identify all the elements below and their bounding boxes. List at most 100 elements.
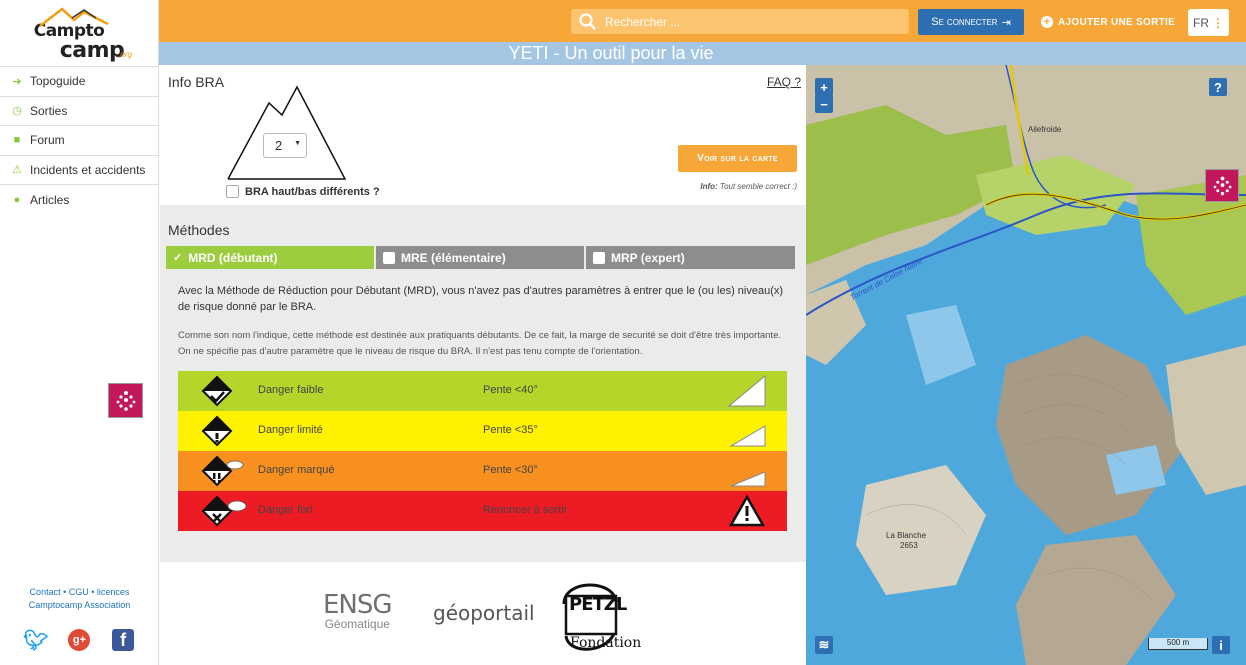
- banner: YETI - Un outil pour la vie: [159, 42, 1246, 65]
- slope-30-icon: [730, 471, 766, 487]
- sidebar-item-forum[interactable]: ■ Forum: [0, 126, 158, 156]
- ensg-logo[interactable]: ENSG Géomatique: [323, 590, 393, 631]
- zoom-out-button[interactable]: −: [815, 95, 833, 113]
- sponsors: ENSG Géomatique géoportail PETZL Fondati…: [160, 562, 806, 665]
- map-help-button[interactable]: ?: [1209, 78, 1227, 96]
- clock-icon: ◷: [12, 105, 22, 118]
- search-icon: [579, 13, 596, 30]
- login-button[interactable]: Se connecter ⇥: [918, 9, 1024, 35]
- check-icon: ✓: [173, 252, 183, 264]
- method-tabs: ✓ MRD (débutant) MRE (élémentaire) MRP (…: [166, 246, 797, 269]
- map-scale: 500 m: [1148, 638, 1208, 650]
- bra-diff-checkbox[interactable]: [226, 185, 239, 198]
- info-status: Info: Tout semble correct :): [700, 182, 797, 191]
- bra-level-select[interactable]: 2 ▼: [263, 133, 307, 158]
- map-label-ailefroide: Ailefroide: [1028, 125, 1062, 134]
- info-prefix: Info:: [700, 182, 718, 191]
- view-map-button[interactable]: Voir sur la carte: [678, 145, 797, 172]
- danger-label: Danger marqué: [258, 464, 335, 476]
- sidebar-item-incidents[interactable]: ⚠ Incidents et accidents: [0, 156, 158, 185]
- method-description: Avec la Méthode de Réduction pour Débuta…: [178, 285, 784, 313]
- danger-slope: Pente <30°: [483, 464, 538, 476]
- danger-slope: Pente <40°: [483, 384, 538, 396]
- yeti-map-badge-icon[interactable]: [1205, 169, 1239, 202]
- camptocamp-logo[interactable]: Campto camp .org: [0, 0, 158, 67]
- more-vertical-icon: ⋮: [1212, 15, 1224, 30]
- main-content: Info BRA FAQ ? 2 ▼ BRA haut/bas différen…: [160, 65, 806, 665]
- tab-mrp[interactable]: MRP (expert): [586, 246, 795, 269]
- faq-link[interactable]: FAQ ?: [767, 75, 801, 89]
- sidebar-item-label: Topoguide: [30, 74, 86, 89]
- petzl-subtitle: Fondation: [570, 635, 642, 651]
- methods-title: Méthodes: [168, 222, 230, 238]
- bra-title: Info BRA: [168, 74, 225, 90]
- language-label: FR: [1193, 15, 1209, 30]
- facebook-icon[interactable]: f: [112, 629, 135, 651]
- ensg-subtitle: Géomatique: [324, 617, 390, 631]
- map[interactable]: Ailefroide Torrent de Celse Nière La Bla…: [806, 65, 1246, 665]
- social-links: 🐦︎ g+ f: [0, 629, 159, 652]
- danger-level-1-icon: [201, 375, 233, 407]
- danger-row: Danger fort Renoncer à sortir: [178, 491, 787, 531]
- danger-table: Danger faible Pente <40° Danger limité P…: [178, 371, 787, 531]
- bra-diff-label: BRA haut/bas différents ?: [245, 185, 380, 198]
- search-input[interactable]: [605, 14, 885, 29]
- slope-40-icon: [727, 374, 766, 407]
- mountain-logo-icon: [39, 7, 109, 27]
- tab-label: MRD (débutant): [188, 250, 278, 265]
- tab-label: MRE (élémentaire): [401, 250, 506, 265]
- danger-label: Danger limité: [258, 424, 323, 436]
- map-label-blanche: La Blanche: [886, 531, 927, 540]
- map-info-button[interactable]: i: [1212, 636, 1230, 654]
- layers-icon[interactable]: ≋: [815, 636, 833, 654]
- warning-icon: ⚠: [12, 164, 22, 177]
- association-link[interactable]: Camptocamp Association: [29, 600, 131, 610]
- login-label: Se connecter: [931, 16, 998, 28]
- danger-row: Danger marqué Pente <30°: [178, 451, 787, 491]
- method-note: Comme son nom l'indique, cette méthode e…: [178, 330, 781, 357]
- zoom-in-button[interactable]: +: [815, 78, 833, 96]
- danger-row: Danger limité Pente <35°: [178, 411, 787, 451]
- google-plus-icon[interactable]: g+: [68, 629, 91, 651]
- twitter-icon[interactable]: 🐦︎: [23, 629, 48, 652]
- tab-mre[interactable]: MRE (élémentaire): [376, 246, 584, 269]
- view-map-label: Voir sur la carte: [697, 153, 778, 164]
- danger-row: Danger faible Pente <40°: [178, 371, 787, 411]
- geoportail-name: géoportail: [433, 601, 535, 625]
- contact-link[interactable]: Contact: [30, 587, 61, 597]
- bra-panel: Info BRA FAQ ? 2 ▼ BRA haut/bas différen…: [160, 65, 806, 205]
- language-selector[interactable]: FR ⋮: [1188, 9, 1229, 36]
- geoportail-logo[interactable]: géoportail: [433, 601, 535, 625]
- plus-circle-icon: +: [1041, 16, 1053, 28]
- sidebar-item-sorties[interactable]: ◷ Sorties: [0, 97, 158, 126]
- licences-link[interactable]: licences: [97, 587, 130, 597]
- add-outing-label: AJOUTER UNE SORTIE: [1058, 16, 1176, 28]
- petzl-name: PETZL: [569, 594, 627, 615]
- methods-panel: Méthodes ✓ MRD (débutant) MRE (élémentai…: [160, 205, 806, 562]
- arrow-right-icon: ➜: [12, 75, 22, 88]
- topographic-map: [806, 65, 1246, 665]
- danger-label: Danger fort: [258, 504, 314, 516]
- danger-slope: Renoncer à sortir: [483, 504, 568, 516]
- ensg-name: ENSG: [323, 590, 393, 620]
- sidebar-item-label: Sorties: [30, 103, 68, 118]
- sidebar-item-topoguide[interactable]: ➜ Topoguide: [0, 67, 158, 97]
- caret-down-icon: ▼: [294, 140, 301, 147]
- bra-diff-toggle[interactable]: BRA haut/bas différents ?: [226, 185, 380, 198]
- tab-mrd[interactable]: ✓ MRD (débutant): [166, 246, 374, 269]
- tab-checkbox: [593, 251, 605, 264]
- banner-title: YETI - Un outil pour la vie: [508, 43, 714, 63]
- danger-level-4-icon: [201, 495, 247, 527]
- cgu-link[interactable]: CGU: [69, 587, 89, 597]
- map-label-blanche-altitude: 2653: [900, 541, 918, 550]
- brand-suffix: .org: [118, 50, 132, 59]
- tab-checkbox: [383, 251, 395, 264]
- sidebar-item-label: Incidents et accidents: [30, 162, 146, 177]
- sidebar-item-articles[interactable]: ● Articles: [0, 185, 158, 215]
- search-box[interactable]: [571, 9, 909, 34]
- yeti-badge-icon[interactable]: [108, 383, 143, 418]
- add-outing-button[interactable]: + AJOUTER UNE SORTIE: [1041, 9, 1175, 35]
- chat-icon: ■: [13, 134, 21, 147]
- danger-label: Danger faible: [258, 384, 324, 396]
- top-bar: Se connecter ⇥ + AJOUTER UNE SORTIE FR ⋮: [159, 0, 1246, 42]
